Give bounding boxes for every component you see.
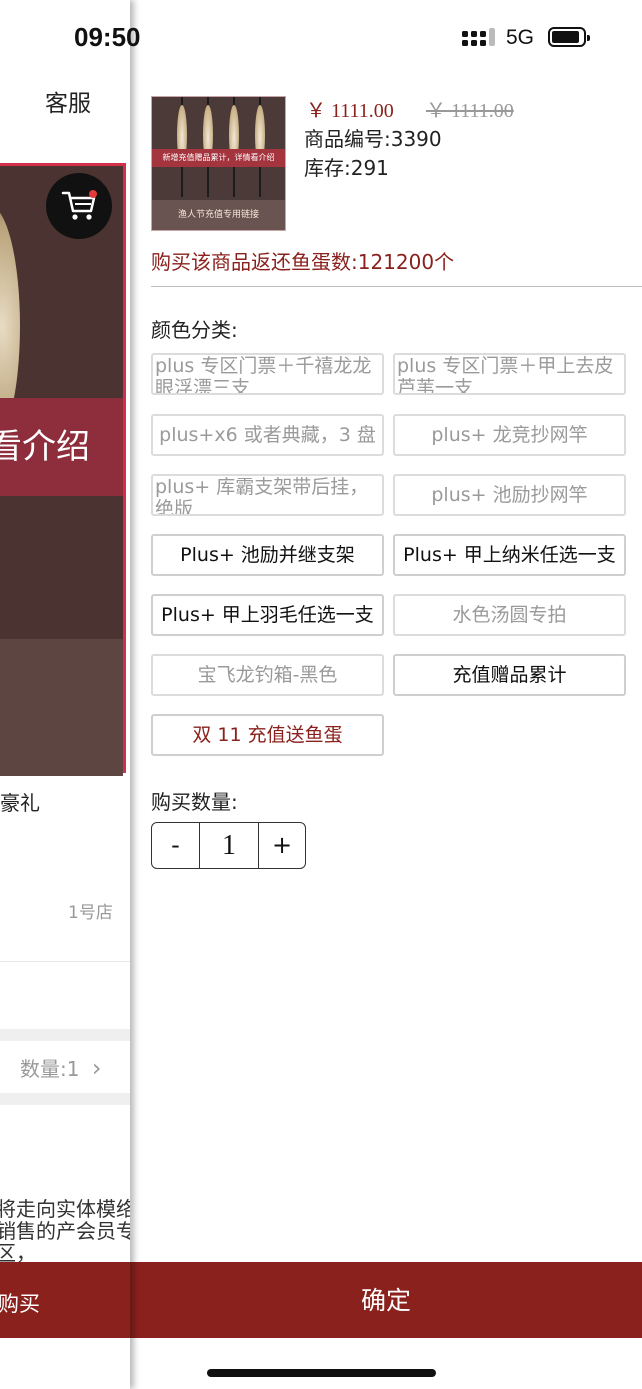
divider xyxy=(151,286,642,287)
divider xyxy=(0,961,130,962)
thumbnail-banner-text: 新增充值赠品累计，详情看介绍 xyxy=(152,149,285,167)
battery-icon xyxy=(548,27,590,47)
option-6[interactable]: Plus+ 池励并继支架 xyxy=(151,534,384,576)
product-title: 豪礼 xyxy=(0,791,40,815)
quantity-text: 数量:1 xyxy=(20,1057,80,1081)
rebate-info: 购买该商品返还鱼蛋数:121200个 xyxy=(151,250,455,274)
product-description: 将走向实体模络销售的产会员专区， xyxy=(0,1198,130,1263)
shop-name: 1号店 xyxy=(68,903,113,923)
product-stock: 库存:291 xyxy=(304,156,389,180)
option-1: plus 专区门票＋甲上去皮芦苇一支 xyxy=(393,353,626,395)
option-4: plus+ 库霸支架带后挂，绝版 xyxy=(151,474,384,516)
customer-service-link[interactable]: 客服 xyxy=(45,84,91,118)
section-gap xyxy=(0,1029,130,1041)
cart-button[interactable] xyxy=(46,173,112,239)
product-price: ￥ 1111.00 xyxy=(306,100,394,122)
banner-text: 看介绍 xyxy=(0,398,123,496)
option-8[interactable]: Plus+ 甲上羽毛任选一支 xyxy=(151,594,384,636)
option-3: plus+ 龙竞抄网竿 xyxy=(393,414,626,456)
original-price: ￥ 1111.00 xyxy=(426,100,514,122)
option-9: 水色汤圆专拍 xyxy=(393,594,626,636)
quantity-input[interactable]: 1 xyxy=(199,823,259,868)
confirm-button[interactable]: 确定 xyxy=(130,1262,642,1338)
quantity-label: 购买数量: xyxy=(151,790,238,814)
quantity-row[interactable]: 数量:1 › xyxy=(20,1053,101,1082)
option-5: plus+ 池励抄网竿 xyxy=(393,474,626,516)
increment-button[interactable]: + xyxy=(258,823,305,868)
decrement-button[interactable]: - xyxy=(152,823,199,868)
option-group-label: 颜色分类: xyxy=(151,318,238,342)
quantity-stepper: - 1 + xyxy=(151,822,306,869)
status-time: 09:50 xyxy=(74,22,141,52)
option-11[interactable]: 充值赠品累计 xyxy=(393,654,626,696)
buy-button-label: 购买 xyxy=(0,1292,40,1316)
option-2: plus+x6 或者典藏，3 盘 xyxy=(151,414,384,456)
section-gap xyxy=(0,1093,130,1105)
buy-bar[interactable]: 购买 xyxy=(0,1262,130,1338)
home-indicator xyxy=(207,1369,436,1377)
chevron-right-icon: › xyxy=(91,1054,102,1082)
product-thumbnail: 新增充值赠品累计，详情看介绍 渔人节充值专用链接 xyxy=(151,96,286,231)
product-banner-image: 看介绍 xyxy=(0,163,126,776)
product-sku: 商品编号:3390 xyxy=(304,127,442,151)
cart-badge xyxy=(89,190,97,198)
signal-icon xyxy=(462,28,495,46)
sku-selection-sheet: 新增充值赠品累计，详情看介绍 渔人节充值专用链接 ￥ 1111.00 ￥ 111… xyxy=(130,0,642,1389)
option-10: 宝飞龙钓箱-黑色 xyxy=(151,654,384,696)
thumbnail-caption: 渔人节充值专用链接 xyxy=(152,200,285,230)
network-type: 5G xyxy=(506,26,535,49)
option-0: plus 专区门票＋千禧龙龙眼浮漂三支 xyxy=(151,353,384,395)
option-12[interactable]: 双 11 充值送鱼蛋 xyxy=(151,714,384,756)
background-page: 客服 看介绍 豪礼 1号店 数量:1 › 将走向实体模络销售的产会员专区， 购买 xyxy=(0,0,130,1389)
option-7[interactable]: Plus+ 甲上纳米任选一支 xyxy=(393,534,626,576)
